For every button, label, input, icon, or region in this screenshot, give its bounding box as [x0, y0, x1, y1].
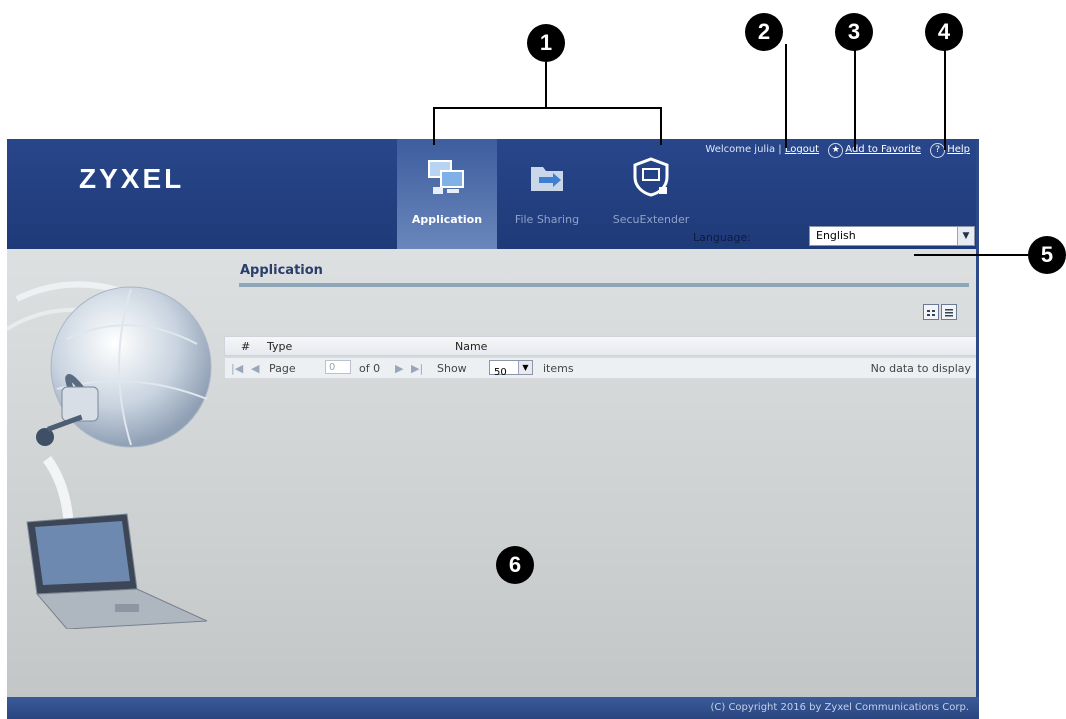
application-icon: [428, 160, 464, 194]
callout-6: 6: [496, 546, 534, 584]
items-label: items: [543, 362, 574, 375]
welcome-text: Welcome julia |: [705, 144, 785, 155]
list-view-icon[interactable]: [941, 304, 957, 320]
logout-link[interactable]: Logout: [785, 144, 819, 155]
help-link[interactable]: Help: [947, 144, 970, 155]
callout-1-right-leg: [660, 107, 662, 145]
add-to-favorite-link[interactable]: Add to Favorite: [845, 144, 921, 155]
chevron-down-icon[interactable]: ▼: [518, 361, 532, 374]
callout-3-stem: [854, 50, 856, 150]
pagination-bar: |◀ ◀ Page 0 of 0 ▶ ▶| Show 50 ▼ items No…: [224, 357, 978, 379]
column-header-number[interactable]: #: [241, 340, 250, 353]
next-page-icon[interactable]: ▶: [395, 362, 403, 375]
tab-secuextender[interactable]: SecuExtender: [601, 139, 701, 249]
section-divider: [239, 283, 969, 287]
grid-view-icon[interactable]: [923, 304, 939, 320]
top-links: Welcome julia | Logout ★ Add to Favorite …: [705, 143, 970, 158]
copyright-text: (C) Copyright 2016 by Zyxel Communicatio…: [710, 702, 969, 713]
main-panel: Application # Type Name |◀ ◀ Page 0 of 0…: [7, 249, 978, 697]
help-icon: ?: [930, 143, 946, 158]
favorite-icon: ★: [828, 143, 844, 158]
tab-application-label: Application: [411, 213, 483, 226]
first-page-icon[interactable]: |◀: [231, 362, 243, 375]
callout-4-stem: [944, 50, 946, 150]
tab-file-sharing[interactable]: File Sharing: [497, 139, 597, 249]
callout-1-left-leg: [433, 107, 435, 145]
footer-bar: (C) Copyright 2016 by Zyxel Communicatio…: [7, 697, 979, 719]
column-header-name[interactable]: Name: [455, 340, 487, 353]
section-title: Application: [240, 263, 323, 278]
callout-2-stem: [785, 44, 787, 148]
callout-1: 1: [527, 24, 565, 62]
callout-5-stem: [914, 254, 1028, 256]
callout-5: 5: [1028, 236, 1066, 274]
callout-1-bracket: [433, 107, 662, 109]
callout-4: 4: [925, 13, 963, 51]
tab-secuextender-label: SecuExtender: [612, 213, 690, 226]
chevron-down-icon[interactable]: ▼: [957, 227, 974, 245]
tab-application[interactable]: Application: [397, 139, 497, 249]
secuextender-icon: [633, 157, 669, 197]
zyxel-logo: ZYXEL: [79, 163, 185, 194]
security-illustration: [7, 281, 212, 629]
page-count-label: of 0: [359, 362, 381, 375]
page-number-input[interactable]: 0: [325, 360, 351, 374]
callout-1-stem: [545, 62, 547, 108]
items-per-page-value: 50: [494, 367, 507, 378]
file-sharing-icon: [531, 167, 563, 191]
right-border: [976, 139, 979, 717]
table-header: # Type Name: [224, 336, 978, 356]
previous-page-icon[interactable]: ◀: [251, 362, 259, 375]
language-value: English: [816, 229, 856, 242]
page-label: Page: [269, 362, 296, 375]
last-page-icon[interactable]: ▶|: [411, 362, 423, 375]
column-header-type[interactable]: Type: [267, 340, 292, 353]
show-label: Show: [437, 362, 467, 375]
language-select[interactable]: English ▼: [809, 226, 975, 246]
callout-2: 2: [745, 13, 783, 51]
empty-status-text: No data to display: [870, 362, 971, 375]
tab-file-sharing-label: File Sharing: [514, 213, 580, 226]
language-label: Language:: [693, 231, 751, 244]
callout-3: 3: [835, 13, 873, 51]
items-per-page-select[interactable]: 50 ▼: [489, 360, 533, 378]
top-header: ZYXEL Application File Sharing SecuExten…: [7, 139, 978, 249]
